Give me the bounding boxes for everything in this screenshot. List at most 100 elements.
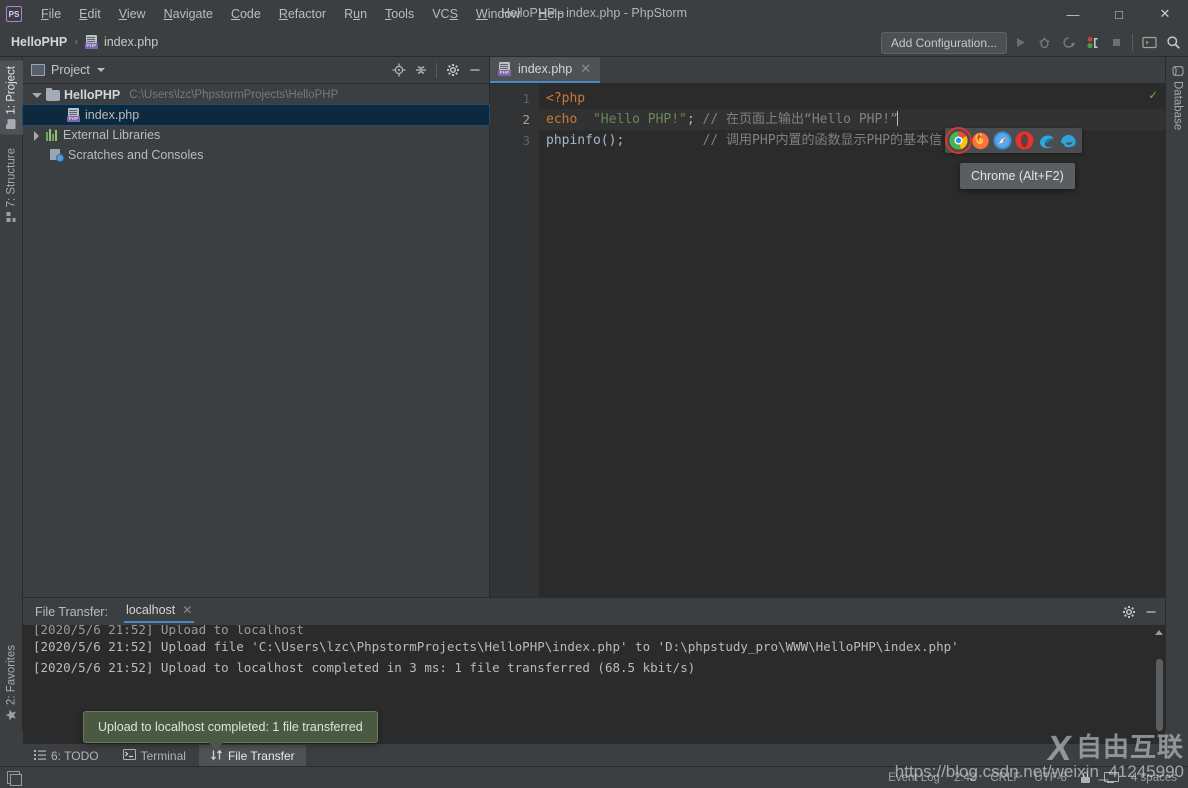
search-everywhere-icon[interactable]: [1162, 32, 1184, 54]
settings-icon[interactable]: [442, 60, 463, 81]
menu-item-view[interactable]: View: [110, 3, 155, 25]
code-token: echo: [546, 112, 578, 127]
file-transfer-icon: [210, 749, 223, 764]
expand-triangle-icon[interactable]: [31, 90, 42, 101]
inspection-status-icon[interactable]: ✓: [1149, 88, 1157, 103]
file-encoding[interactable]: UTF-8: [1034, 772, 1067, 784]
folder-icon: [46, 87, 60, 101]
menu-item-help[interactable]: Help: [529, 3, 573, 25]
debug-icon[interactable]: [1033, 32, 1055, 54]
minimize-button[interactable]: —: [1050, 0, 1096, 28]
file-transfer-actions: [1118, 601, 1161, 622]
scratches-icon: [50, 148, 64, 162]
event-log-button[interactable]: Event Log: [888, 772, 940, 784]
menu-item-vcs[interactable]: VCS: [423, 3, 467, 25]
firefox-icon[interactable]: [971, 131, 990, 150]
console-line: [2020/5/6 21:52] Upload file 'C:\Users\l…: [33, 639, 959, 654]
menu-item-file[interactable]: FFileile: [32, 3, 70, 25]
tree-path-hellophp: C:\Users\lzc\PhpstormProjects\HelloPHP: [129, 89, 339, 101]
tree-node-external-libraries[interactable]: External Libraries: [23, 125, 489, 145]
tree-node-scratches[interactable]: Scratches and Consoles: [23, 145, 489, 165]
project-stripe-label: 1: Project: [5, 66, 18, 115]
breadcrumb-file[interactable]: index.php: [104, 35, 158, 49]
bottom-tool-tabs: 6: TODO Terminal File Transfer: [23, 744, 306, 768]
cursor-icon[interactable]: [1103, 772, 1119, 783]
scroll-up-icon[interactable]: [1155, 630, 1163, 635]
project-panel-header: Project: [23, 57, 489, 84]
explorer-icon[interactable]: [1059, 131, 1078, 150]
file-transfer-label: File Transfer:: [35, 604, 108, 619]
notification-text: Upload to localhost completed: 1 file tr…: [98, 720, 363, 734]
bottom-tab-terminal-label: Terminal: [140, 749, 186, 763]
right-tool-stripe: Database: [1165, 57, 1188, 730]
project-tree: HelloPHP C:\Users\lzc\PhpstormProjects\H…: [22, 84, 490, 165]
sidebar-item-database[interactable]: Database: [1166, 61, 1188, 135]
hide-icon[interactable]: [1140, 601, 1161, 622]
line-number: 3: [522, 133, 530, 148]
line-number: 2: [522, 112, 530, 127]
menu-item-window[interactable]: Window: [467, 3, 529, 25]
bottom-tab-todo[interactable]: 6: TODO: [23, 745, 110, 767]
close-icon[interactable]: ✕: [182, 603, 192, 617]
chrome-icon[interactable]: [945, 127, 972, 154]
add-configuration-button[interactable]: Add Configuration...: [880, 31, 1007, 54]
coverage-icon[interactable]: [1057, 32, 1079, 54]
lock-icon[interactable]: [1080, 772, 1090, 783]
menu-item-code[interactable]: Code: [222, 3, 270, 25]
chevron-down-icon[interactable]: [96, 68, 105, 72]
code-content[interactable]: <?php echo "Hello PHP!"; // 在页面上输出“Hello…: [539, 84, 1165, 597]
phpstorm-logo-icon: PS: [6, 6, 22, 22]
tree-node-index-php[interactable]: PHP index.php: [22, 104, 490, 126]
bottom-tab-todo-label: 6: TODO: [51, 749, 99, 763]
menu-item-edit[interactable]: Edit: [70, 3, 110, 25]
settings-icon[interactable]: [1118, 601, 1139, 622]
toggle-toolwindows-icon[interactable]: [7, 771, 22, 786]
tree-node-project[interactable]: HelloPHP C:\Users\lzc\PhpstormProjects\H…: [23, 85, 489, 105]
hide-icon[interactable]: [464, 60, 485, 81]
safari-icon[interactable]: [993, 131, 1012, 150]
close-button[interactable]: ✕: [1142, 0, 1188, 28]
star-icon: [6, 709, 18, 721]
breadcrumb-project[interactable]: HelloPHP: [11, 35, 67, 49]
profile-icon[interactable]: [1081, 32, 1103, 54]
sidebar-item-favorites[interactable]: 2: Favorites: [0, 640, 23, 726]
bottom-tab-terminal[interactable]: Terminal: [112, 745, 197, 767]
console-scrollbar[interactable]: [1156, 659, 1163, 731]
editor-tab-index-php[interactable]: PHP index.php ✕: [490, 57, 601, 83]
sidebar-item-structure[interactable]: 7: Structure: [0, 143, 23, 227]
collapse-all-icon[interactable]: [410, 60, 431, 81]
file-transfer-tab-localhost[interactable]: localhost ✕: [123, 600, 195, 623]
line-number-gutter: 1 2 3: [490, 84, 539, 597]
collapse-triangle-icon[interactable]: [31, 130, 42, 141]
line-separator[interactable]: CRLF: [990, 772, 1020, 784]
code-editor[interactable]: 1 2 3 <?php echo "Hello PHP!"; // 在页面上输出…: [490, 84, 1165, 597]
menu-item-tools[interactable]: Tools: [376, 3, 423, 25]
code-token: ;: [686, 112, 703, 127]
opera-icon[interactable]: [1015, 131, 1034, 150]
sidebar-item-project[interactable]: 1: Project: [0, 61, 23, 135]
menu-item-run[interactable]: Run: [335, 3, 376, 25]
breadcrumb: HelloPHP › PHP index.php: [11, 35, 158, 49]
notification-balloon[interactable]: Upload to localhost completed: 1 file tr…: [83, 711, 378, 750]
menu-item-navigate[interactable]: Navigate: [155, 3, 222, 25]
code-token: // 调用PHP内置的函数显示PHP的基本信: [702, 133, 943, 148]
indent-setting[interactable]: 4 spaces: [1131, 772, 1177, 784]
caret-position[interactable]: 2:42: [954, 772, 976, 784]
project-stripe-icon: [6, 118, 17, 130]
code-line-2: echo "Hello PHP!"; // 在页面上输出“Hello PHP!”: [539, 109, 1165, 130]
tree-label-hellophp: HelloPHP: [64, 88, 121, 102]
todo-icon: [34, 749, 46, 764]
close-tab-icon[interactable]: ✕: [580, 61, 591, 77]
run-icon[interactable]: [1009, 32, 1031, 54]
maximize-button[interactable]: □: [1096, 0, 1142, 28]
terminal-icon[interactable]: [1138, 32, 1160, 54]
project-panel-actions: [388, 60, 485, 81]
bottom-tab-file-transfer-label: File Transfer: [227, 749, 295, 763]
browser-tooltip: Chrome (Alt+F2): [960, 163, 1075, 189]
line-number: 1: [522, 91, 530, 106]
stop-icon[interactable]: [1105, 32, 1127, 54]
locate-icon[interactable]: [388, 60, 409, 81]
edge-icon[interactable]: [1037, 131, 1056, 150]
menu-item-refactor[interactable]: Refactor: [270, 3, 335, 25]
